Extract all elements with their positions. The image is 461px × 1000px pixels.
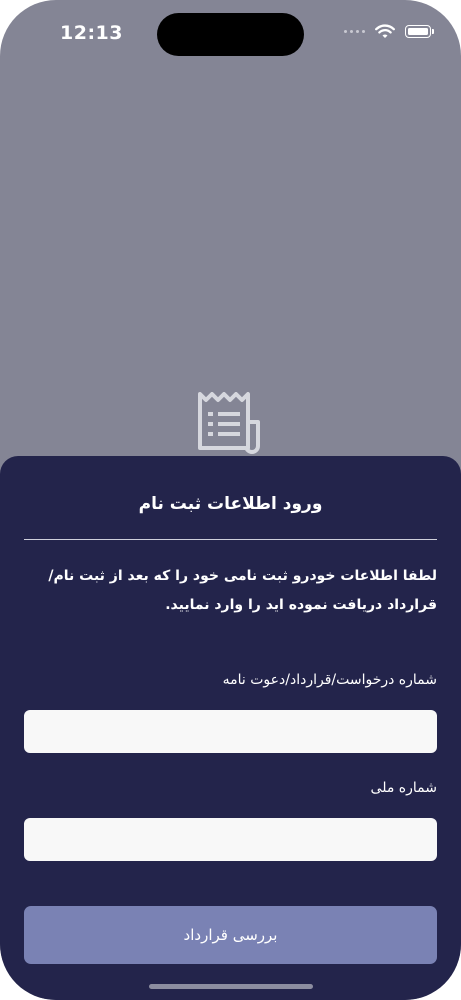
wifi-icon <box>375 24 395 38</box>
request-number-label: شماره درخواست/قرارداد/دعوت نامه <box>222 672 437 688</box>
request-number-input[interactable] <box>24 710 437 753</box>
national-id-label: شماره ملی <box>370 780 437 796</box>
sheet-title: ورود اطلاعات ثبت نام <box>138 494 323 514</box>
instruction-text: لطفا اطلاعات خودرو ثبت نامی خود را که بع… <box>48 568 437 613</box>
home-indicator <box>149 984 313 989</box>
status-bar: 12:13 <box>0 0 461 64</box>
national-id-input[interactable] <box>24 818 437 861</box>
dynamic-island <box>157 13 304 56</box>
signal-dots-icon <box>341 30 365 33</box>
status-icons <box>341 24 434 39</box>
phone-screen: 12:13 ورود اطلاعات ثبت نام لطفا اطلاعات … <box>0 0 461 1000</box>
status-time: 12:13 <box>60 22 123 44</box>
receipt-icon <box>198 392 260 454</box>
check-contract-button[interactable]: بررسی قرارداد <box>24 906 437 964</box>
battery-icon <box>405 25 434 38</box>
title-divider <box>24 539 437 540</box>
